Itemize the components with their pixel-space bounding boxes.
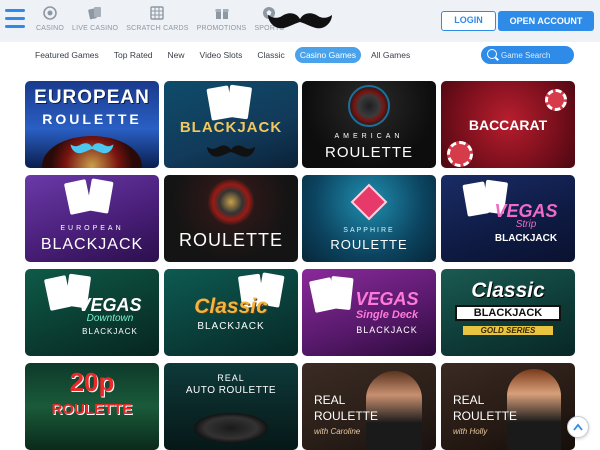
casino-chip-icon [42,6,58,22]
open-account-button[interactable]: OPEN ACCOUNT [498,11,594,31]
game-category-filters: Featured Games Top Rated New Video Slots… [30,47,420,63]
nav-label: SCRATCH CARDS [126,25,189,32]
game-title-line1: EUROPEAN [34,87,150,108]
game-title-line1: Classic [194,295,268,318]
roulette-wheel-art [194,413,268,443]
game-title-line1: EUROPEAN [60,225,124,232]
game-title-line2: ROULETTE [51,401,133,418]
search-icon [487,49,497,59]
playing-cards-art [86,178,114,214]
game-title-line2: ROULETTE [314,409,379,423]
game-tile-20p-roulette[interactable]: 20p ROULETTE [25,363,159,450]
game-title-line1: REAL [314,393,346,407]
nav-label: CASINO [36,25,65,32]
game-tile-vegas-downtown-blackjack[interactable]: VEGAS Downtown BLACKJACK [25,269,159,356]
game-title-line3: BLACKJACK [356,325,418,335]
game-tile-baccarat[interactable]: BACCARAT [441,81,575,168]
game-title-line1: REAL [453,393,485,407]
game-tile-american-roulette[interactable]: AMERICAN ROULETTE [302,81,436,168]
game-title-line2: ROULETTE [42,111,142,127]
game-title-line1: REAL [217,373,245,383]
game-title-line1: SAPPHIRE [343,227,395,234]
game-title-line1: ROULETTE [178,230,283,250]
scratch-card-icon [149,6,165,22]
game-title-line1: Classic [471,279,545,302]
game-title-line2: Strip [515,219,537,230]
game-title-line2: Downtown [86,313,134,324]
game-title-line1: AMERICAN [334,133,404,140]
tab-classic[interactable]: Classic [252,47,289,63]
game-title-line1: VEGAS [355,289,419,309]
game-title-line2: ROULETTE [453,409,518,423]
game-tile-blackjack[interactable]: BLACKJACK [164,81,298,168]
game-title-line3: BLACKJACK [494,233,558,244]
gift-icon [214,6,230,22]
game-title-line1: 20p [69,367,115,397]
moustache-icon [67,141,117,157]
game-tile-vegas-strip-blackjack[interactable]: VEGAS Strip BLACKJACK [441,175,575,262]
game-title-line2: BLACKJACK [40,236,144,253]
login-button[interactable]: LOGIN [441,11,496,31]
game-tile-sapphire-roulette[interactable]: SAPPHIRE ROULETTE [302,175,436,262]
roulette-wheel-art [208,179,254,225]
chips-art [447,141,473,167]
game-tile-classic-blackjack-gold-series[interactable]: Classic BLACKJACK GOLD SERIES [441,269,575,356]
tab-casino-games[interactable]: Casino Games [294,47,362,63]
tab-all-games[interactable]: All Games [366,47,415,63]
top-header: CASINO LIVE CASINO SCRATCH CARDS PROMOTI… [0,0,600,42]
game-tile-real-roulette-caroline[interactable]: REAL ROULETTE with Caroline [302,363,436,450]
search-input[interactable] [501,48,571,62]
game-title-line2: ROULETTE [330,237,408,252]
nav-promotions[interactable]: PROMOTIONS [197,6,247,32]
game-title-line2: BLACKJACK [197,321,265,332]
cards-icon [87,6,103,22]
game-tile-vegas-single-deck-blackjack[interactable]: VEGAS Single Deck BLACKJACK [302,269,436,356]
nav-scratch-cards[interactable]: SCRATCH CARDS [126,6,188,32]
game-tile-european-roulette[interactable]: EUROPEAN ROULETTE [25,81,159,168]
game-title-line3: BLACKJACK [82,327,138,336]
game-title-line1: BACCARAT [468,117,548,133]
nav-label: LIVE CASINO [72,25,119,32]
game-title-line3: with Caroline [314,427,361,436]
game-title-line2: Single Deck [355,309,419,321]
roulette-wheel-art [348,85,390,127]
scroll-to-top-button[interactable] [567,416,589,438]
tab-featured-games[interactable]: Featured Games [30,47,104,63]
game-title-line2: ROULETTE [324,144,413,161]
tab-new[interactable]: New [163,47,190,63]
tab-video-slots[interactable]: Video Slots [195,47,248,63]
header-nav: CASINO LIVE CASINO SCRATCH CARDS PROMOTI… [36,6,292,32]
game-tile-european-blackjack[interactable]: EUROPEAN BLACKJACK [25,175,159,262]
tab-top-rated[interactable]: Top Rated [109,47,158,63]
diamond-icon [350,183,388,221]
nav-casino[interactable]: CASINO [36,6,64,32]
game-title-line3: GOLD SERIES [463,326,553,335]
nav-live-casino[interactable]: LIVE CASINO [72,6,118,32]
game-search-box[interactable] [481,46,574,64]
playing-cards-art [225,84,253,120]
nav-label: PROMOTIONS [196,25,247,32]
game-tile-roulette[interactable]: ROULETTE [164,175,298,262]
game-tile-real-roulette-holly[interactable]: REAL ROULETTE with Holly [441,363,575,450]
hamburger-menu-icon[interactable] [5,9,25,31]
game-title-line1: BLACKJACK [179,119,283,136]
game-title-line2: BLACKJACK [455,305,561,321]
game-tile-classic-blackjack[interactable]: Classic BLACKJACK [164,269,298,356]
chips-art [545,89,567,111]
game-title-line3: with Holly [453,427,488,436]
moustache-logo[interactable] [266,10,334,34]
game-tile-real-auto-roulette[interactable]: REAL AUTO ROULETTE [164,363,298,450]
game-title-line2: AUTO ROULETTE [185,385,277,396]
chevron-up-icon [573,423,583,431]
moustache-icon [202,143,260,161]
